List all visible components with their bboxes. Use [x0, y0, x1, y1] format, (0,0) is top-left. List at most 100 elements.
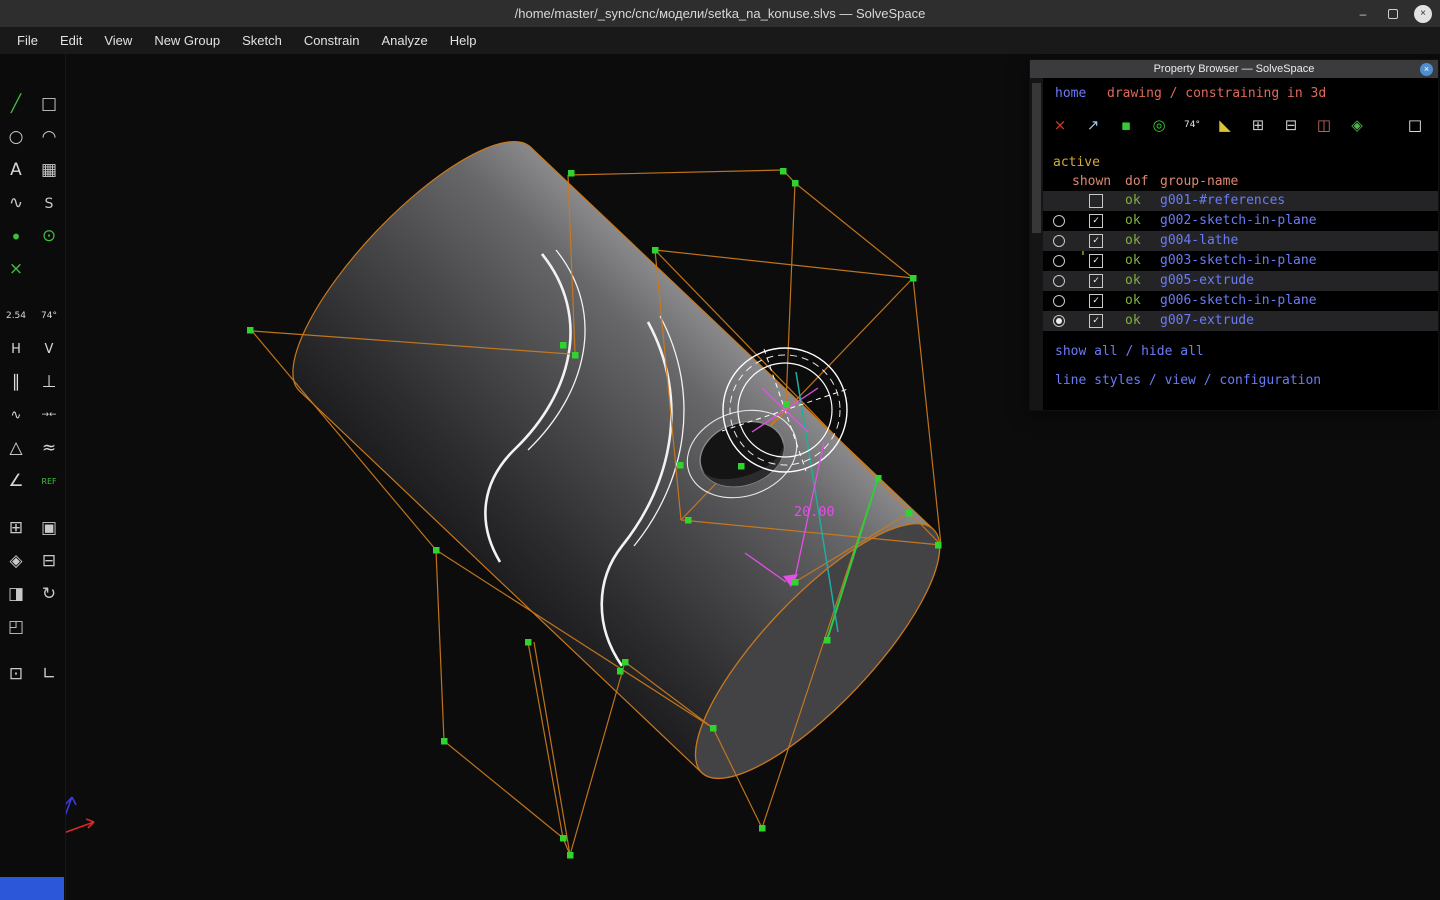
- vertex-point[interactable]: [560, 342, 567, 349]
- link-line-styles[interactable]: line styles: [1055, 373, 1141, 388]
- group-name-link[interactable]: g006-sketch-in-plane: [1160, 293, 1317, 308]
- distance-dimension-tool[interactable]: 2.54: [0, 300, 33, 333]
- perpendicular-constraint-tool[interactable]: ⊥: [33, 366, 66, 399]
- menu-file[interactable]: File: [6, 27, 49, 54]
- shown-checkbox[interactable]: [1089, 194, 1103, 208]
- vertex-point[interactable]: [247, 327, 254, 334]
- vertex-point[interactable]: [710, 725, 717, 732]
- parallel-constraint-tool[interactable]: ∥: [0, 366, 33, 399]
- spline-tool[interactable]: ∿: [0, 187, 33, 220]
- active-radio[interactable]: [1053, 255, 1065, 267]
- maximize-button[interactable]: [1384, 5, 1402, 23]
- construction-line-tool[interactable]: ×: [0, 253, 33, 286]
- pb-scrollbar-thumb[interactable]: [1032, 83, 1041, 233]
- shown-checkbox[interactable]: ✓: [1089, 254, 1103, 268]
- vertex-point[interactable]: [441, 738, 448, 745]
- symmetric-constraint-tool[interactable]: →←: [33, 399, 66, 432]
- link-show-all[interactable]: show all: [1055, 344, 1118, 359]
- vertex-point[interactable]: [875, 475, 882, 482]
- bezier-tool[interactable]: S: [33, 187, 66, 220]
- menu-edit[interactable]: Edit: [49, 27, 93, 54]
- vertex-point[interactable]: [572, 352, 579, 359]
- vertex-point[interactable]: [525, 639, 532, 646]
- angle-dimension-tool[interactable]: 74°: [33, 300, 66, 333]
- horizontal-constraint-tool[interactable]: H: [0, 333, 33, 366]
- menu-view[interactable]: View: [93, 27, 143, 54]
- vertex-point[interactable]: [560, 835, 567, 842]
- group-name-link[interactable]: g001-#references: [1160, 193, 1285, 208]
- vertex-point[interactable]: [433, 547, 440, 554]
- mirror-group-icon[interactable]: ◨: [0, 578, 33, 611]
- vertex-point[interactable]: [622, 659, 629, 666]
- group-name-link[interactable]: g002-sketch-in-plane: [1160, 213, 1317, 228]
- link-group-icon[interactable]: ⊡: [0, 658, 33, 691]
- shown-checkbox[interactable]: ✓: [1089, 214, 1103, 228]
- angle-constraint-tool[interactable]: ∠: [0, 465, 33, 498]
- active-radio[interactable]: [1053, 275, 1065, 287]
- menu-sketch[interactable]: Sketch: [231, 27, 293, 54]
- minimize-button[interactable]: –: [1354, 5, 1372, 23]
- link-view[interactable]: view: [1165, 373, 1196, 388]
- helix-group-icon[interactable]: ◈: [0, 545, 33, 578]
- shown-checkbox[interactable]: ✓: [1089, 274, 1103, 288]
- stack-icon[interactable]: ⊟: [1278, 112, 1304, 138]
- equal-constraint-tool[interactable]: △: [0, 432, 33, 465]
- curve-constraint-tool[interactable]: ≈: [33, 432, 66, 465]
- new-workplane-group-icon[interactable]: ◰: [0, 611, 33, 644]
- tangent-constraint-tool[interactable]: ∿: [0, 399, 33, 432]
- vertex-point[interactable]: [652, 247, 659, 254]
- workplane-group-icon[interactable]: ▣: [33, 512, 66, 545]
- active-radio[interactable]: [1053, 295, 1065, 307]
- circle-tool[interactable]: ○: [0, 121, 33, 154]
- vertex-point[interactable]: [568, 170, 575, 177]
- dimension-value[interactable]: 20.00: [794, 504, 835, 520]
- vertex-point[interactable]: [677, 462, 684, 469]
- menu-analyze[interactable]: Analyze: [370, 27, 438, 54]
- active-radio[interactable]: [1053, 315, 1065, 327]
- vertex-point[interactable]: [935, 542, 942, 549]
- vertex-point[interactable]: [792, 579, 799, 586]
- pb-scrollbar[interactable]: [1030, 78, 1043, 410]
- vertex-point[interactable]: [792, 180, 799, 187]
- active-radio[interactable]: [1053, 235, 1065, 247]
- shown-checkbox[interactable]: ✓: [1089, 314, 1103, 328]
- extrude-group-icon[interactable]: ⊞: [0, 512, 33, 545]
- menu-constrain[interactable]: Constrain: [293, 27, 371, 54]
- datum-point-tool[interactable]: •: [0, 220, 33, 253]
- extrude-icon[interactable]: ◣: [1212, 112, 1238, 138]
- box-icon[interactable]: ⊞: [1245, 112, 1271, 138]
- vertex-point[interactable]: [738, 463, 745, 470]
- pb-titlebar[interactable]: Property Browser — SolveSpace ×: [1030, 60, 1438, 78]
- group-name-link[interactable]: g007-extrude: [1160, 313, 1254, 328]
- vertex-point[interactable]: [824, 637, 831, 644]
- vertex-point[interactable]: [617, 668, 624, 675]
- link-hide-all[interactable]: hide all: [1141, 344, 1204, 359]
- group-name-link[interactable]: g005-extrude: [1160, 273, 1254, 288]
- home-link[interactable]: home: [1055, 86, 1086, 101]
- corner-tool-icon[interactable]: ∟: [33, 658, 66, 691]
- workplane-icon[interactable]: ◎: [1146, 112, 1172, 138]
- group-name-link[interactable]: g003-sketch-in-plane: [1160, 253, 1317, 268]
- menu-new-group[interactable]: New Group: [143, 27, 231, 54]
- helix-icon[interactable]: ◈: [1344, 112, 1370, 138]
- shown-checkbox[interactable]: ✓: [1089, 234, 1103, 248]
- reference-constraint-tool[interactable]: REF: [33, 465, 66, 498]
- rotate-group-icon[interactable]: ↻: [33, 578, 66, 611]
- orient-cube-icon[interactable]: □: [1402, 112, 1428, 138]
- lathe-icon[interactable]: ◫: [1311, 112, 1337, 138]
- vertex-point[interactable]: [906, 510, 913, 517]
- text-tool[interactable]: A: [0, 154, 33, 187]
- construction-circle-tool[interactable]: ⊙: [33, 220, 66, 253]
- vertex-point[interactable]: [780, 168, 787, 175]
- shown-checkbox[interactable]: ✓: [1089, 294, 1103, 308]
- menu-help[interactable]: Help: [439, 27, 488, 54]
- link-configuration[interactable]: configuration: [1219, 373, 1321, 388]
- vertex-point[interactable]: [567, 852, 574, 859]
- vertex-point[interactable]: [759, 825, 766, 832]
- angle-icon[interactable]: 74°: [1179, 112, 1205, 138]
- arc-tool[interactable]: ◠: [33, 121, 66, 154]
- line-segment-tool[interactable]: ╱: [0, 88, 33, 121]
- close-button[interactable]: ×: [1414, 4, 1432, 23]
- vertex-point[interactable]: [910, 275, 917, 282]
- image-tool[interactable]: ▦: [33, 154, 66, 187]
